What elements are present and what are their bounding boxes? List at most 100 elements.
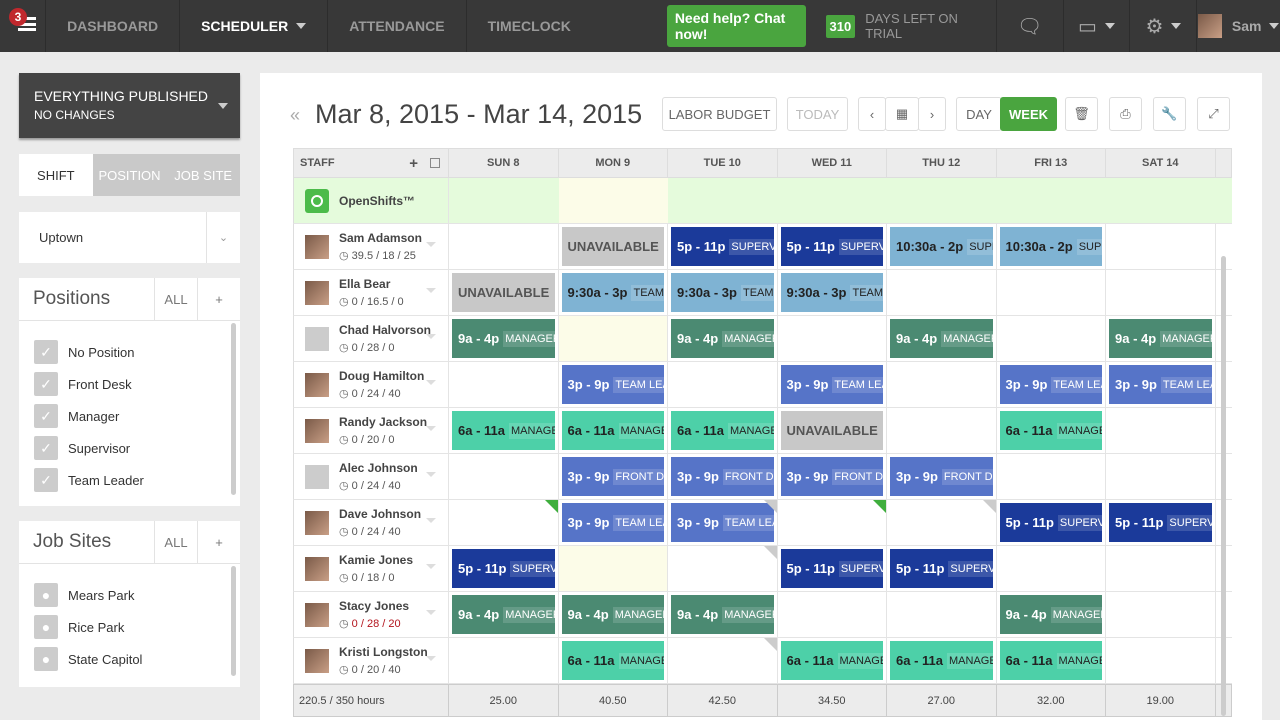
schedule-cell[interactable]: 9a - 4pMANAGER xyxy=(997,592,1106,637)
shift-block[interactable]: 10:30a - 2pSUPE xyxy=(890,227,993,266)
schedule-cell[interactable]: 5p - 11p SUPERV xyxy=(887,546,997,591)
schedule-cell[interactable]: 3p - 9pTEAM LEA xyxy=(778,362,887,407)
scrollbar[interactable] xyxy=(231,323,236,495)
schedule-cell[interactable] xyxy=(887,408,997,453)
shift-block[interactable]: 5p - 11p SUPERV xyxy=(999,503,1102,542)
shift-block[interactable]: 6a - 11a MANAGE xyxy=(561,411,664,450)
positions-all-button[interactable]: ALL xyxy=(154,277,197,321)
shift-block[interactable]: 5p - 11p SUPERV xyxy=(890,549,993,588)
schedule-cell[interactable]: 3p - 9pTEAM LEA xyxy=(1106,362,1216,407)
today-button[interactable]: TODAY xyxy=(787,97,848,131)
checkbox-checked-icon[interactable]: ✓ xyxy=(34,436,58,460)
schedule-cell[interactable]: 3p - 9pTEAM LEA xyxy=(559,500,668,545)
shift-block[interactable]: 6a - 11a MANAGE xyxy=(780,641,883,680)
shift-block[interactable]: 9a - 4pMANAGER xyxy=(999,595,1102,634)
schedule-cell[interactable] xyxy=(1106,224,1216,269)
schedule-cell[interactable]: 6a - 11a MANAGE xyxy=(887,638,997,683)
staff-cell[interactable]: Kristi Longston ◷ 0 / 20 / 40 xyxy=(294,638,449,683)
inbox-icon[interactable]: ▭ xyxy=(1062,0,1130,52)
staff-cell[interactable]: Alec Johnson ◷ 0 / 24 / 40 xyxy=(294,454,449,499)
position-item[interactable]: ✓ Team Leader xyxy=(19,464,240,496)
schedule-cell[interactable]: 3p - 9pTEAM LEA xyxy=(997,362,1106,407)
schedule-cell[interactable] xyxy=(1106,408,1216,453)
job-site-item[interactable]: ● Mears Park xyxy=(19,579,240,611)
tab-shift[interactable]: SHIFT xyxy=(19,154,93,196)
schedule-cell[interactable] xyxy=(997,454,1106,499)
schedule-cell[interactable]: 6a - 11a MANAGE xyxy=(559,408,668,453)
schedule-cell[interactable] xyxy=(997,316,1106,361)
chevron-down-icon[interactable] xyxy=(426,334,436,339)
staff-cell[interactable]: Ella Bear ◷ 0 / 16.5 / 0 xyxy=(294,270,449,315)
shift-block[interactable]: 9a - 4pMANAGER xyxy=(1109,319,1212,358)
schedule-cell[interactable]: 5p - 11p SUPERV xyxy=(668,224,778,269)
wrench-icon[interactable]: 🔧 xyxy=(1153,97,1186,131)
schedule-cell[interactable]: 6a - 11a MANAGE xyxy=(668,408,778,453)
chat-icon[interactable]: 🗨 xyxy=(995,0,1063,52)
job-site-item[interactable]: ● State Capitol xyxy=(19,643,240,675)
schedule-cell[interactable]: 5p - 11p SUPERV xyxy=(778,224,887,269)
shift-block[interactable]: 3p - 9pFRONT DE xyxy=(890,457,993,496)
schedule-cell[interactable] xyxy=(778,500,887,545)
shift-block[interactable]: 3p - 9pTEAM LEA xyxy=(1109,365,1212,404)
shift-block[interactable]: 9a - 4pMANAGER xyxy=(671,319,774,358)
shift-block[interactable]: 6a - 11a MANAGE xyxy=(452,411,555,450)
nav-attendance[interactable]: ATTENDANCE xyxy=(328,0,467,52)
open-shift-cell[interactable] xyxy=(1106,178,1216,223)
checkbox-checked-icon[interactable]: ✓ xyxy=(34,468,58,492)
schedule-cell[interactable]: 5p - 11p SUPERV xyxy=(997,500,1106,545)
schedule-cell[interactable] xyxy=(449,224,559,269)
checkbox-checked-icon[interactable]: ✓ xyxy=(34,404,58,428)
schedule-cell[interactable] xyxy=(668,638,778,683)
staff-cell[interactable]: Stacy Jones ◷ 0 / 28 / 20 xyxy=(294,592,449,637)
schedule-cell[interactable]: 6a - 11a MANAGE xyxy=(559,638,668,683)
schedule-cell[interactable]: 6a - 11a MANAGE xyxy=(997,408,1106,453)
location-select[interactable]: Uptown ⌄ xyxy=(19,212,240,263)
shift-block[interactable]: 6a - 11a MANAGE xyxy=(671,411,774,450)
week-view-button[interactable]: WEEK xyxy=(1000,97,1057,131)
trash-icon[interactable]: 🗑 xyxy=(1065,97,1098,131)
unavailable-block[interactable]: UNAVAILABLE xyxy=(780,411,883,450)
staff-cell[interactable]: Randy Jackson ◷ 0 / 20 / 0 xyxy=(294,408,449,453)
map-pin-icon[interactable]: ● xyxy=(34,615,58,639)
position-item[interactable]: ✓ Manager xyxy=(19,400,240,432)
job-site-item[interactable]: ● Rice Park xyxy=(19,611,240,643)
print-icon[interactable]: ⎙ xyxy=(1109,97,1142,131)
schedule-cell[interactable] xyxy=(668,362,778,407)
schedule-cell[interactable] xyxy=(778,316,887,361)
schedule-cell[interactable] xyxy=(1106,638,1216,683)
shift-block[interactable]: 5p - 11p SUPERV xyxy=(1109,503,1212,542)
shift-block[interactable]: 3p - 9pFRONT DE xyxy=(561,457,664,496)
schedule-cell[interactable]: 9a - 4pMANAGER xyxy=(449,592,559,637)
shift-block[interactable]: 9:30a - 3p TEAM xyxy=(780,273,883,312)
user-menu[interactable]: Sam xyxy=(1196,0,1280,52)
staff-cell[interactable]: Dave Johnson ◷ 0 / 24 / 40 xyxy=(294,500,449,545)
chevron-down-icon[interactable] xyxy=(426,380,436,385)
scrollbar[interactable] xyxy=(231,566,236,676)
shift-block[interactable]: 9a - 4pMANAGER xyxy=(452,595,555,634)
open-shift-cell[interactable] xyxy=(997,178,1107,223)
schedule-cell[interactable] xyxy=(778,592,887,637)
checkbox-checked-icon[interactable]: ✓ xyxy=(34,372,58,396)
schedule-cell[interactable] xyxy=(1106,454,1216,499)
checkbox-checked-icon[interactable]: ✓ xyxy=(34,340,58,364)
schedule-cell[interactable]: 10:30a - 2pSUPE xyxy=(997,224,1106,269)
chevron-down-icon[interactable] xyxy=(426,656,436,661)
schedule-cell[interactable]: 6a - 11a MANAGE xyxy=(997,638,1106,683)
shift-block[interactable]: 6a - 11a MANAGE xyxy=(999,641,1102,680)
shift-block[interactable]: 6a - 11a MANAGE xyxy=(561,641,664,680)
schedule-cell[interactable]: 9a - 4pMANAGER xyxy=(1106,316,1216,361)
schedule-cell[interactable]: 5p - 11p SUPERV xyxy=(778,546,887,591)
schedule-cell[interactable]: 6a - 11a MANAGE xyxy=(449,408,559,453)
map-pin-icon[interactable]: ● xyxy=(34,583,58,607)
schedule-cell[interactable]: 3p - 9pTEAM LEA xyxy=(668,500,778,545)
schedule-cell[interactable]: 9:30a - 3p TEAM xyxy=(668,270,778,315)
schedule-cell[interactable]: 9a - 4pMANAGER xyxy=(668,592,778,637)
chevron-down-icon[interactable] xyxy=(426,242,436,247)
schedule-cell[interactable] xyxy=(558,546,668,591)
shift-block[interactable]: 9a - 4pMANAGER xyxy=(561,595,664,634)
chevron-down-icon[interactable] xyxy=(426,564,436,569)
calendar-icon[interactable]: ▦ xyxy=(885,97,919,131)
schedule-cell[interactable]: UNAVAILABLE xyxy=(559,224,668,269)
shift-block[interactable]: 5p - 11p SUPERV xyxy=(780,549,883,588)
staff-cell[interactable]: Doug Hamilton ◷ 0 / 24 / 40 xyxy=(294,362,449,407)
